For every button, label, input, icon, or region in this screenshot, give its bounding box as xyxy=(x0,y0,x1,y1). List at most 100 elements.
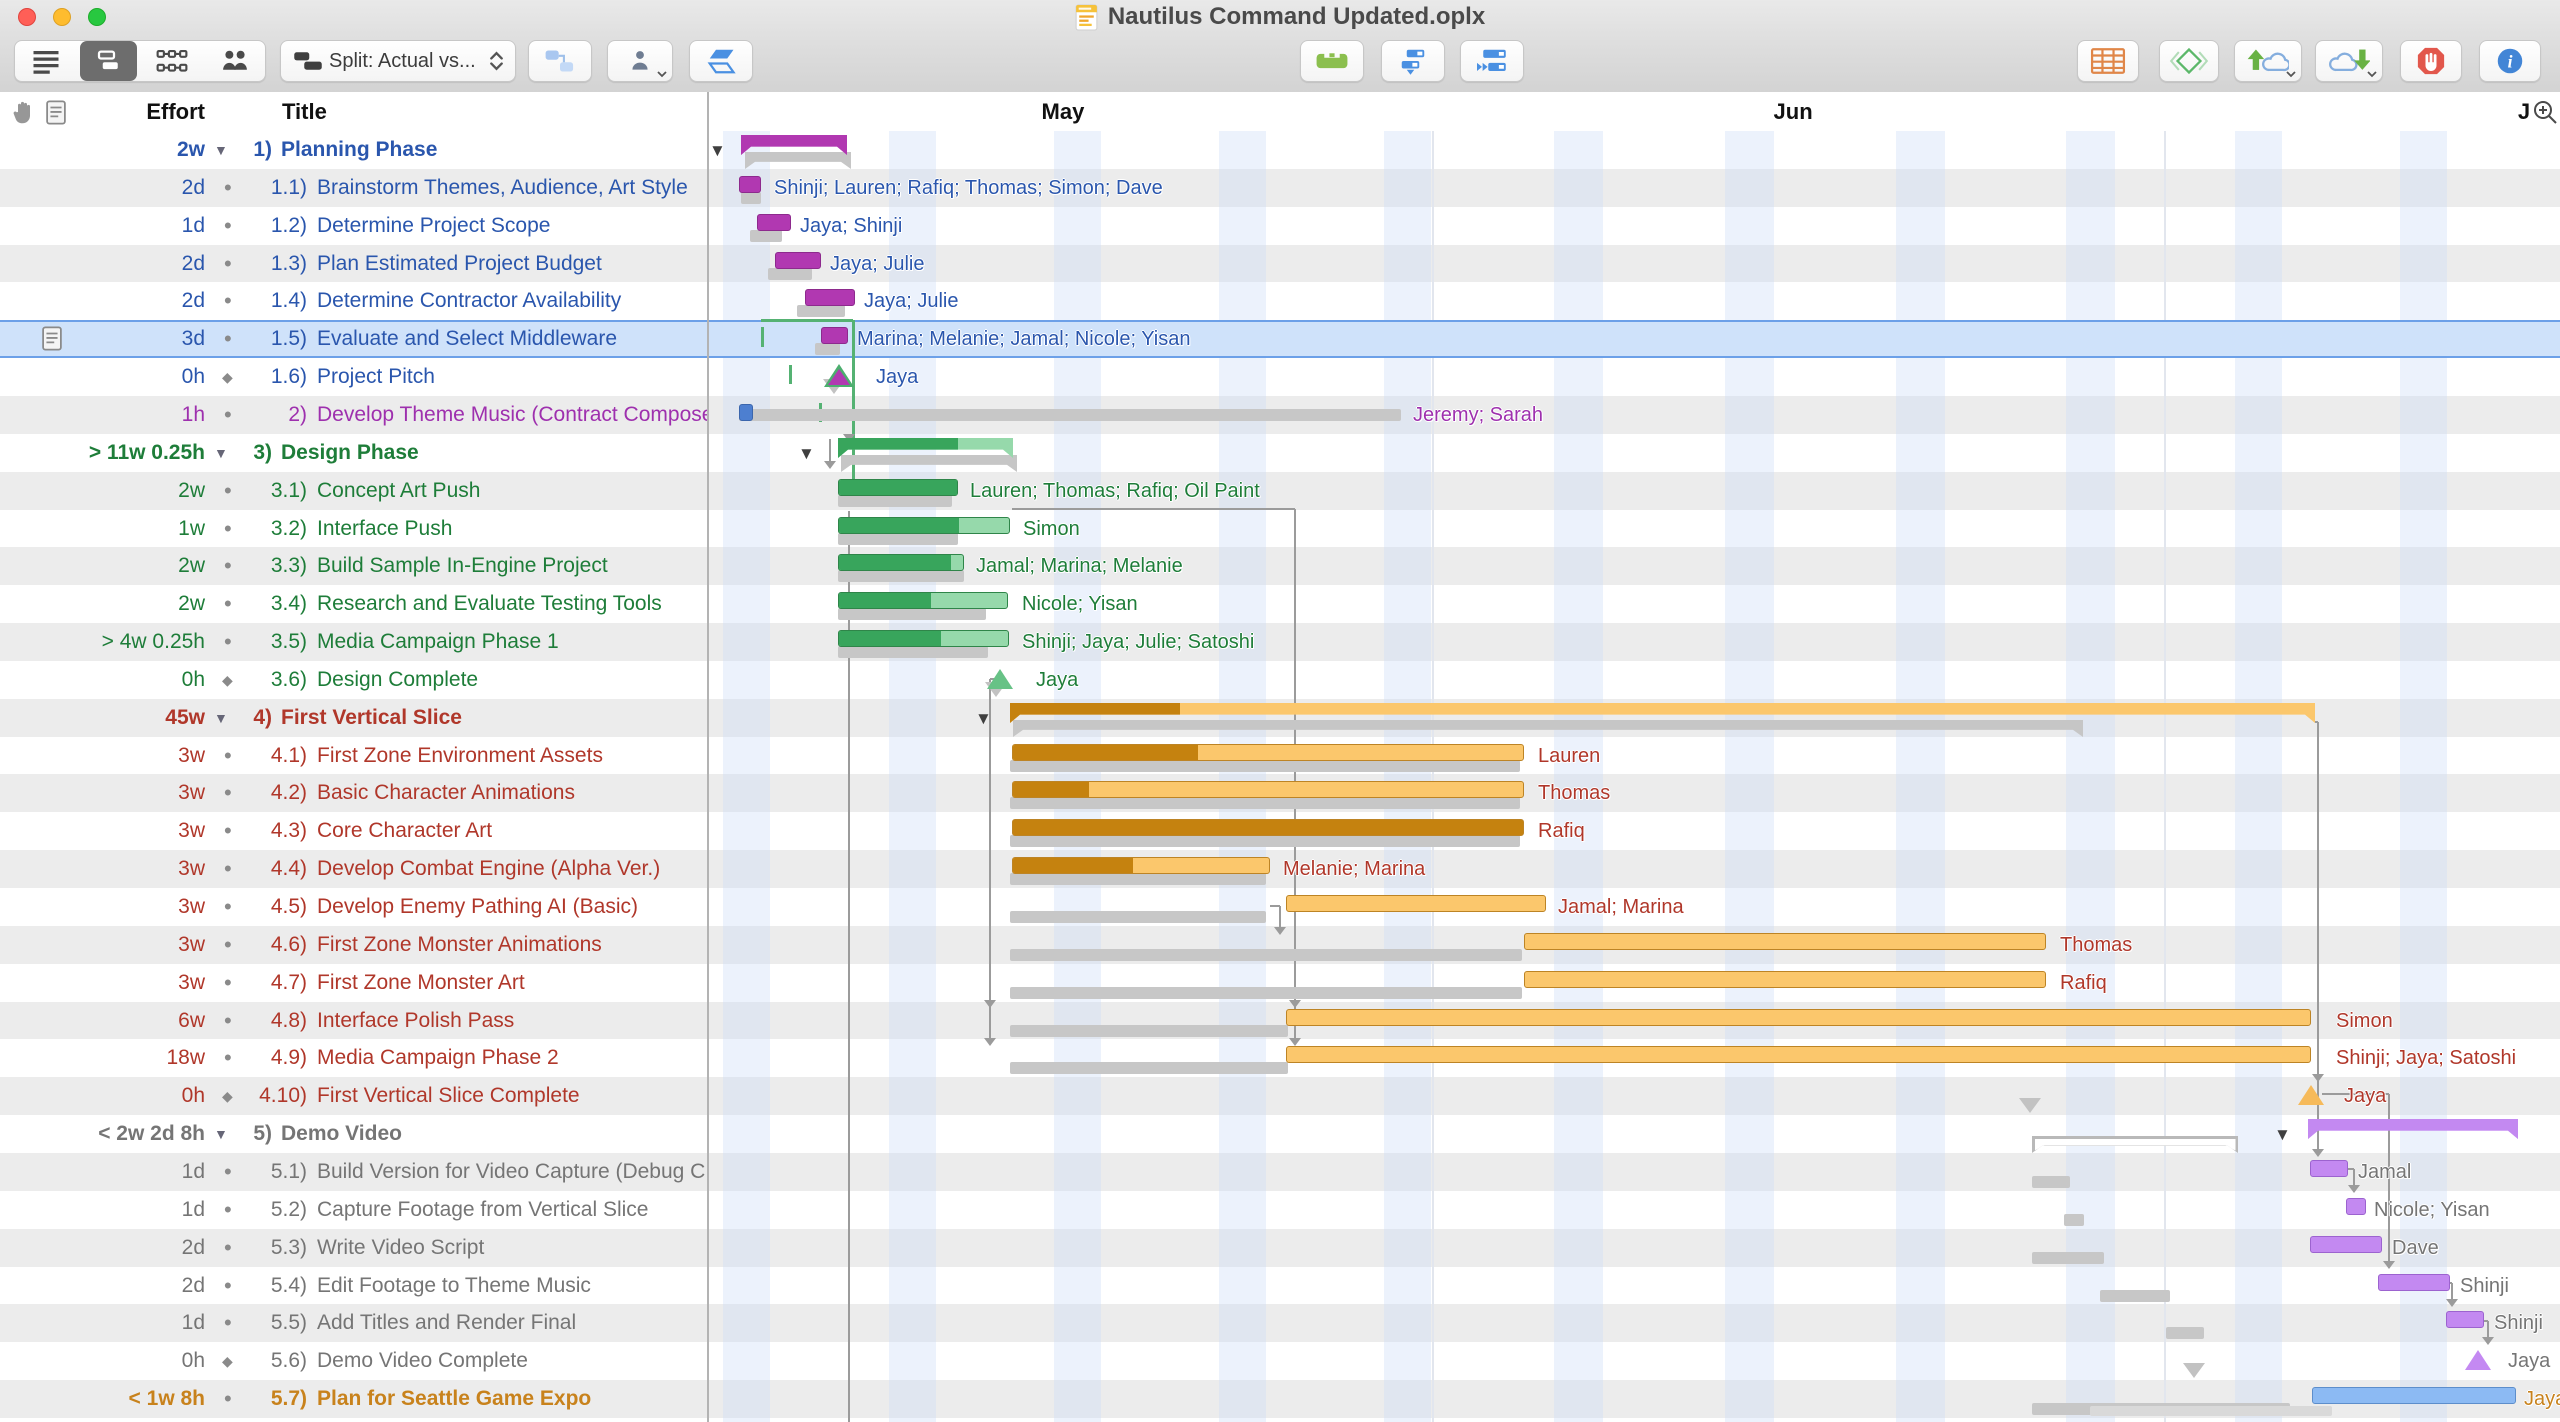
split-mode-label: Split: Actual vs... xyxy=(329,50,476,73)
milestones-button[interactable] xyxy=(2159,40,2219,82)
table-row[interactable]: 2d•1.1)Brainstorm Themes, Audience, Art … xyxy=(0,169,707,207)
table-row[interactable]: 2d•5.3)Write Video Script xyxy=(0,1229,707,1267)
table-row[interactable]: 2w▼1)Planning Phase xyxy=(0,131,707,169)
table-row[interactable]: 2w•3.3)Build Sample In-Engine Project xyxy=(0,547,707,585)
task-bar-complete xyxy=(839,518,959,533)
task-bar[interactable] xyxy=(2378,1274,2450,1291)
baseline-bar xyxy=(838,646,988,658)
task-title: Interface Polish Pass xyxy=(317,1002,514,1040)
table-row[interactable]: 0h◆3.6)Design Complete xyxy=(0,661,707,699)
close-window-button[interactable] xyxy=(18,8,36,26)
task-bar[interactable] xyxy=(1286,1046,2311,1063)
inspector-button[interactable]: i xyxy=(2479,40,2541,82)
task-bar[interactable] xyxy=(1524,933,2046,950)
task-bar[interactable] xyxy=(1012,819,1524,836)
table-row[interactable]: 2w•3.1)Concept Art Push xyxy=(0,472,707,510)
task-bar[interactable] xyxy=(2346,1198,2366,1215)
task-bar[interactable] xyxy=(2310,1236,2382,1253)
assign-resources-button[interactable] xyxy=(528,40,592,82)
task-bar[interactable] xyxy=(739,176,761,193)
task-bar[interactable] xyxy=(838,630,1009,647)
table-row[interactable]: 3w•4.2)Basic Character Animations xyxy=(0,774,707,812)
custom-data-button[interactable] xyxy=(2077,40,2139,82)
task-bar[interactable] xyxy=(739,404,753,421)
gantt-disclosure-triangle[interactable]: ▼ xyxy=(798,445,815,462)
effort-cell: 0h xyxy=(20,358,205,396)
effort-cell: 0h xyxy=(20,661,205,699)
table-row[interactable]: 3w•4.1)First Zone Environment Assets xyxy=(0,737,707,775)
effort-cell: 0h xyxy=(20,1342,205,1380)
view-outline-button[interactable] xyxy=(17,41,74,81)
table-row[interactable]: 0h◆1.6)Project Pitch xyxy=(0,358,707,396)
publish-button[interactable] xyxy=(2234,40,2302,82)
table-row[interactable]: 0h◆4.10)First Vertical Slice Complete xyxy=(0,1077,707,1115)
zoom-window-button[interactable] xyxy=(88,8,106,26)
panel-divider[interactable] xyxy=(707,131,709,1422)
table-row[interactable]: 3w•4.4)Develop Combat Engine (Alpha Ver.… xyxy=(0,850,707,888)
task-bar[interactable] xyxy=(2446,1311,2484,1328)
view-gantt-button[interactable] xyxy=(80,41,137,81)
table-row[interactable]: 1w•3.2)Interface Push xyxy=(0,510,707,548)
table-row[interactable]: 45w▼4)First Vertical Slice xyxy=(0,699,707,737)
task-bar[interactable] xyxy=(1012,857,1270,874)
task-bar[interactable] xyxy=(2310,1160,2348,1177)
task-number: 4.7) xyxy=(200,964,307,1002)
task-bar[interactable] xyxy=(838,554,964,571)
table-row[interactable]: 6w•4.8)Interface Polish Pass xyxy=(0,1002,707,1040)
milestone-marker[interactable] xyxy=(828,369,850,385)
task-bar[interactable] xyxy=(838,517,1010,534)
minimize-window-button[interactable] xyxy=(53,8,71,26)
table-row[interactable]: 3w•4.6)First Zone Monster Animations xyxy=(0,926,707,964)
table-row[interactable]: > 4w 0.25h•3.5)Media Campaign Phase 1 xyxy=(0,623,707,661)
update-button[interactable] xyxy=(2315,40,2383,82)
table-row[interactable]: 2d•5.4)Edit Footage to Theme Music xyxy=(0,1267,707,1305)
table-row[interactable]: 1d•5.5)Add Titles and Render Final xyxy=(0,1304,707,1342)
task-bar[interactable] xyxy=(821,327,848,344)
leveling-button[interactable] xyxy=(689,40,753,82)
summary-bar[interactable] xyxy=(2308,1119,2518,1139)
table-row[interactable]: 3w•4.7)First Zone Monster Art xyxy=(0,964,707,1002)
task-bar[interactable] xyxy=(1286,1009,2311,1026)
table-row[interactable]: 18w•4.9)Media Campaign Phase 2 xyxy=(0,1039,707,1077)
task-bar[interactable] xyxy=(805,289,855,306)
milestone-marker[interactable] xyxy=(2298,1085,2324,1105)
task-bar[interactable] xyxy=(775,252,821,269)
split-mode-dropdown[interactable]: Split: Actual vs... xyxy=(280,40,516,82)
task-bar[interactable] xyxy=(838,592,1008,609)
table-row[interactable]: 1d•5.1)Build Version for Video Capture (… xyxy=(0,1153,707,1191)
table-row[interactable]: 1d•1.2)Determine Project Scope xyxy=(0,207,707,245)
effort-column-header[interactable]: Effort xyxy=(20,92,205,131)
gantt-disclosure-triangle[interactable]: ▼ xyxy=(709,142,726,159)
table-row[interactable]: 3d•1.5)Evaluate and Select Middleware xyxy=(0,320,707,358)
table-row[interactable]: 0h◆5.6)Demo Video Complete xyxy=(0,1342,707,1380)
gantt-disclosure-triangle[interactable]: ▼ xyxy=(2274,1126,2291,1143)
task-bar[interactable] xyxy=(757,214,791,231)
table-row[interactable]: > 11w 0.25h▼3)Design Phase xyxy=(0,434,707,472)
table-row[interactable]: 2d•1.4)Determine Contractor Availability xyxy=(0,282,707,320)
table-row[interactable]: 3w•4.5)Develop Enemy Pathing AI (Basic) xyxy=(0,888,707,926)
milestone-marker[interactable] xyxy=(2465,1350,2491,1370)
title-column-header[interactable]: Title xyxy=(282,92,327,131)
table-row[interactable]: 2w•3.4)Research and Evaluate Testing Too… xyxy=(0,585,707,623)
catch-up-button[interactable] xyxy=(1381,40,1445,82)
stop-button[interactable] xyxy=(2400,40,2462,82)
milestone-marker[interactable] xyxy=(987,669,1013,689)
table-row[interactable]: < 2w 2d 8h▼5)Demo Video xyxy=(0,1115,707,1153)
view-resources-button[interactable] xyxy=(206,41,263,81)
task-bar[interactable] xyxy=(2312,1387,2516,1404)
task-bar[interactable] xyxy=(1012,781,1524,798)
table-row[interactable]: 3w•4.3)Core Character Art xyxy=(0,812,707,850)
task-bar[interactable] xyxy=(838,479,958,496)
table-row[interactable]: < 1w 8h•5.7)Plan for Seattle Game Expo xyxy=(0,1380,707,1418)
table-row[interactable]: 1h•2)Develop Theme Music (Contract Compo… xyxy=(0,396,707,434)
view-network-button[interactable] xyxy=(143,41,200,81)
level-resources-button[interactable] xyxy=(1300,40,1364,82)
task-bar[interactable] xyxy=(1286,895,1546,912)
gantt-disclosure-triangle[interactable]: ▼ xyxy=(975,710,992,727)
task-bar[interactable] xyxy=(1012,744,1524,761)
table-row[interactable]: 2d•1.3)Plan Estimated Project Budget xyxy=(0,245,707,283)
reschedule-button[interactable] xyxy=(1460,40,1524,82)
task-bar[interactable] xyxy=(1524,971,2046,988)
table-row[interactable]: 1d•5.2)Capture Footage from Vertical Sli… xyxy=(0,1191,707,1229)
resource-menu-button[interactable] xyxy=(607,40,673,82)
